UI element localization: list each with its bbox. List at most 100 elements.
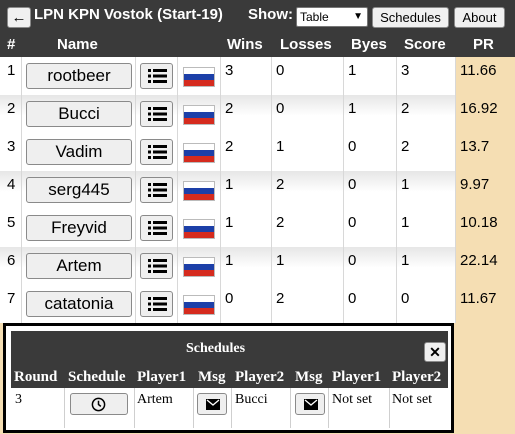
table-row: 1 rootbeer 3 0 1 3 11.66	[0, 57, 515, 95]
back-button[interactable]: ←	[7, 7, 31, 28]
divider	[290, 388, 291, 428]
wins-value: 1	[225, 252, 234, 269]
russia-flag-icon	[183, 257, 215, 277]
schedules-panel: Schedules ✕ Round Schedule Player1 Msg P…	[3, 323, 454, 433]
player-name-button[interactable]: Artem	[26, 253, 132, 279]
row-number: 3	[7, 138, 16, 155]
row-number: 4	[7, 176, 16, 193]
envelope-icon	[206, 399, 220, 410]
losses-value: 1	[276, 252, 285, 269]
player-details-button[interactable]	[140, 253, 173, 279]
list-icon	[148, 69, 167, 83]
player-name-button[interactable]: rootbeer	[26, 63, 132, 89]
back-arrow-icon: ←	[11, 9, 27, 26]
list-icon	[148, 145, 167, 159]
player-details-button[interactable]	[140, 101, 173, 127]
sched-col-player2: Player2	[235, 369, 285, 385]
col-header-name[interactable]: Name	[57, 36, 98, 53]
player-details-button[interactable]	[140, 139, 173, 165]
sched-col-msg1: Msg	[198, 369, 226, 385]
sched-round-value: 3	[15, 392, 22, 407]
score-value: 0	[401, 290, 410, 307]
russia-flag-icon	[183, 105, 215, 125]
message-player2-button[interactable]	[295, 393, 325, 415]
player-details-button[interactable]	[140, 177, 173, 203]
table-row: 3 Vadim 2 1 0 2 13.7	[0, 133, 515, 171]
close-icon: ✕	[429, 344, 441, 360]
wins-value: 0	[225, 290, 234, 307]
row-number: 6	[7, 252, 16, 269]
player-details-button[interactable]	[140, 291, 173, 317]
close-button[interactable]: ✕	[424, 342, 446, 362]
russia-flag-icon	[183, 67, 215, 87]
sched-col-player1-status: Player1	[332, 369, 382, 385]
chevron-down-icon: ▼	[353, 11, 363, 22]
sched-player2-status: Not set	[392, 392, 433, 407]
show-select-value: Table	[300, 10, 329, 24]
col-header-wins[interactable]: Wins	[227, 36, 263, 53]
sched-col-round: Round	[14, 369, 58, 385]
losses-value: 1	[276, 138, 285, 155]
top-bar: ← LPN KPN Vostok (Start-19) Show: Table …	[0, 0, 515, 57]
divider	[193, 388, 194, 428]
player-name-button[interactable]: catatonia	[26, 291, 132, 317]
russia-flag-icon	[183, 143, 215, 163]
wins-value: 3	[225, 62, 234, 79]
schedules-header: Schedules ✕ Round Schedule Player1 Msg P…	[11, 331, 448, 388]
player-name-button[interactable]: Vadim	[26, 139, 132, 165]
wins-value: 1	[225, 176, 234, 193]
list-icon	[148, 259, 167, 273]
table-row: 6 Artem 1 1 0 1 22.14	[0, 247, 515, 285]
show-select[interactable]: Table ▼	[296, 7, 368, 27]
col-header-pr[interactable]: PR	[473, 36, 494, 53]
pr-value: 16.92	[460, 100, 498, 117]
table-row: 7 catatonia 0 2 0 0 11.67	[0, 285, 515, 323]
sched-col-schedule: Schedule	[68, 369, 126, 385]
col-header-score[interactable]: Score	[404, 36, 446, 53]
byes-value: 0	[348, 214, 357, 231]
sched-player2: Bucci	[235, 392, 268, 407]
col-header-number[interactable]: #	[7, 36, 15, 53]
schedules-button[interactable]: Schedules	[372, 7, 449, 28]
score-value: 1	[401, 176, 410, 193]
pr-value: 11.66	[460, 62, 497, 79]
sched-col-player2-status: Player2	[392, 369, 442, 385]
russia-flag-icon	[183, 181, 215, 201]
wins-value: 1	[225, 214, 234, 231]
sched-col-player1: Player1	[137, 369, 187, 385]
byes-value: 0	[348, 176, 357, 193]
player-details-button[interactable]	[140, 63, 173, 89]
russia-flag-icon	[183, 295, 215, 315]
envelope-icon	[304, 399, 318, 410]
divider	[64, 388, 65, 428]
wins-value: 2	[225, 100, 234, 117]
player-name-button[interactable]: serg445	[26, 177, 132, 203]
player-details-button[interactable]	[140, 215, 173, 241]
divider	[389, 388, 390, 428]
row-number: 7	[7, 290, 16, 307]
row-number: 5	[7, 214, 16, 231]
col-header-byes[interactable]: Byes	[351, 36, 387, 53]
losses-value: 0	[276, 100, 285, 117]
col-header-losses[interactable]: Losses	[280, 36, 332, 53]
table-row: 4 serg445 1 2 0 1 9.97	[0, 171, 515, 209]
show-label: Show:	[248, 6, 293, 23]
pr-value: 10.18	[460, 214, 498, 231]
losses-value: 2	[276, 214, 285, 231]
schedule-button[interactable]	[70, 393, 128, 415]
divider	[231, 388, 232, 428]
player-name-button[interactable]: Bucci	[26, 101, 132, 127]
divider	[328, 388, 329, 428]
sched-player1-status: Not set	[332, 392, 373, 407]
page-title: LPN KPN Vostok (Start-19)	[34, 6, 223, 23]
message-player1-button[interactable]	[197, 393, 227, 415]
pr-value: 9.97	[460, 176, 490, 193]
table-row: 5 Freyvid 1 2 0 1 10.18	[0, 209, 515, 247]
list-icon	[148, 183, 167, 197]
score-value: 2	[401, 100, 410, 117]
russia-flag-icon	[183, 219, 215, 239]
about-button[interactable]: About	[454, 7, 505, 28]
list-icon	[148, 107, 167, 121]
player-name-button[interactable]: Freyvid	[26, 215, 132, 241]
byes-value: 1	[348, 62, 357, 79]
